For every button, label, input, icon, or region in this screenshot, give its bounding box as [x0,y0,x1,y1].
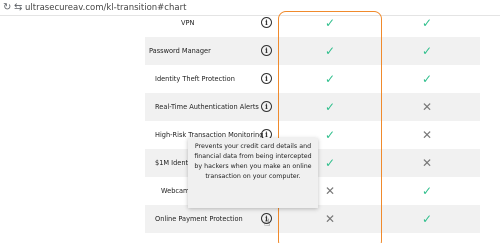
site-settings-icon[interactable]: ⇆ [14,1,22,15]
info-icon[interactable]: i [261,45,272,56]
cross-icon: ✕ [421,128,433,142]
check-icon: ✓ [324,156,336,170]
check-icon: ✓ [421,72,433,86]
check-icon: ✓ [421,44,433,58]
tooltip-text: Prevents your credit card details and fi… [194,143,312,180]
feature-label: Password Manager [149,47,211,55]
feature-row: VPN i ✓ ✓ [145,9,480,37]
cross-icon: ✕ [421,100,433,114]
check-icon: ✓ [421,16,433,30]
info-icon[interactable]: i [261,17,272,28]
reload-icon[interactable]: ↻ [3,1,11,15]
feature-tooltip: Prevents your credit card details and fi… [188,138,318,208]
info-icon[interactable]: i [261,73,272,84]
check-icon: ✓ [324,100,336,114]
cross-icon: ✕ [421,156,433,170]
check-icon: ✓ [421,212,433,226]
hand-cursor-icon: ☝ [264,218,271,229]
feature-label: VPN [181,19,195,27]
feature-label: Real-Time Authentication Alerts [155,103,259,111]
cross-icon: ✕ [324,184,336,198]
feature-label: Online Payment Protection [155,215,243,223]
check-icon: ✓ [421,184,433,198]
check-icon: ✓ [324,72,336,86]
cross-icon: ✕ [324,212,336,226]
feature-row: Identity Theft Protection i ✓ ✓ [145,65,480,93]
check-icon: ✓ [324,128,336,142]
feature-row: Password Manager i ✓ ✓ [145,37,480,65]
info-icon[interactable]: i [261,101,272,112]
check-icon: ✓ [324,16,336,30]
feature-row: Online Payment Protection i ✕ ✓ [145,205,480,233]
check-icon: ✓ [324,44,336,58]
feature-row: Real-Time Authentication Alerts i ✓ ✕ [145,93,480,121]
comparison-chart: VPN i ✓ ✓ Password Manager i ✓ ✓ Identit… [0,11,500,243]
feature-label: Identity Theft Protection [155,75,235,83]
